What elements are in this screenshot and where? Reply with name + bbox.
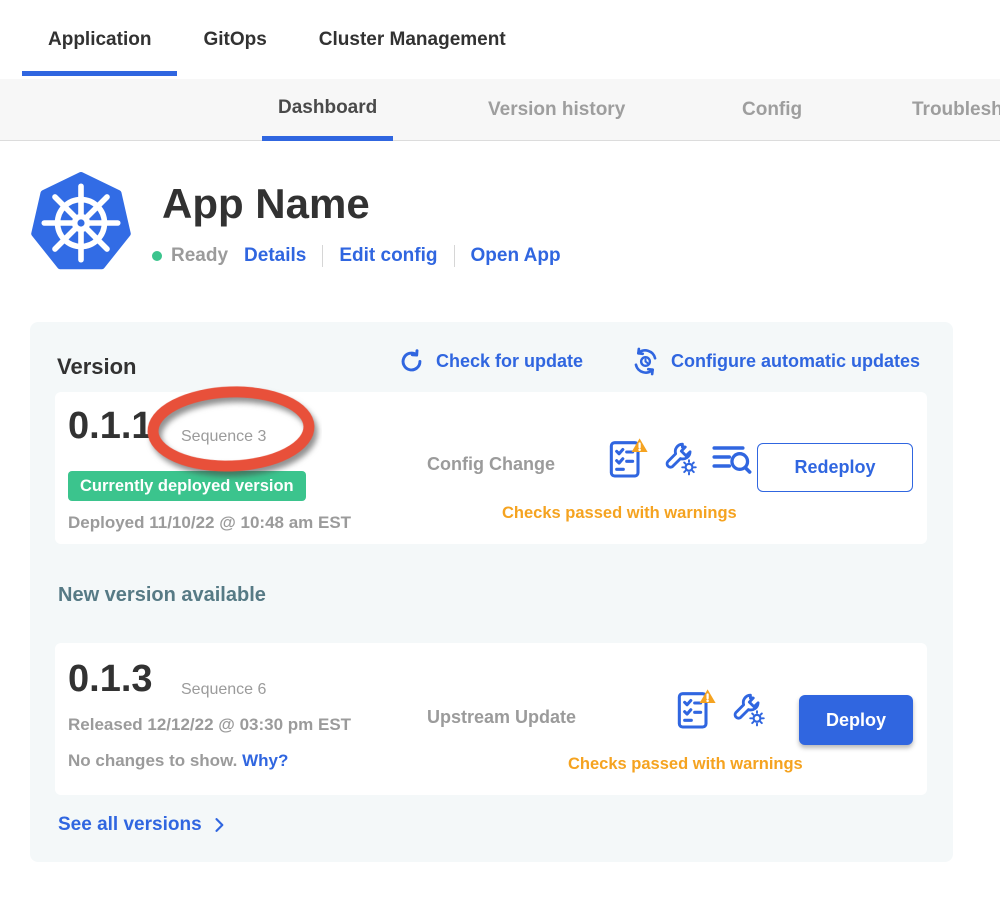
version-heading: Version	[57, 354, 136, 380]
tab-gitops[interactable]: GitOps	[177, 0, 292, 79]
auto-update-clock-icon	[631, 347, 660, 376]
subtab-version-history[interactable]: Version history	[488, 79, 625, 141]
edit-config-link[interactable]: Edit config	[339, 245, 437, 267]
new-version-available-heading: New version available	[58, 584, 266, 607]
preflight-checks-warning-icon[interactable]	[675, 687, 717, 731]
new-version-number: 0.1.3	[68, 659, 153, 699]
edit-config-wrench-gear-icon[interactable]	[730, 691, 766, 727]
page: Application GitOps Cluster Management Da…	[0, 0, 1000, 898]
tab-application-label: Application	[48, 29, 151, 51]
version-source-label: Upstream Update	[427, 707, 576, 728]
secondary-nav: Dashboard Version history Config Trouble…	[0, 79, 1000, 141]
open-app-link[interactable]: Open App	[471, 245, 561, 267]
status-text: Ready	[171, 245, 228, 267]
new-version-icons	[675, 687, 766, 731]
current-version-sequence: Sequence 3	[181, 428, 266, 446]
subtab-troubleshoot-label: Troubleshoot	[912, 99, 1000, 121]
see-all-versions-label: See all versions	[58, 814, 202, 836]
currently-deployed-badge: Currently deployed version	[68, 471, 306, 501]
check-for-update-label: Check for update	[436, 351, 583, 372]
tab-cluster-management-label: Cluster Management	[319, 29, 506, 51]
primary-nav: Application GitOps Cluster Management	[0, 0, 1000, 79]
chevron-right-icon	[209, 815, 229, 835]
tab-application[interactable]: Application	[22, 0, 177, 79]
current-version-card: 0.1.1 Sequence 3 Currently deployed vers…	[55, 392, 927, 544]
no-changes-text: No changes to show. Why?	[68, 751, 288, 771]
no-changes-label: No changes to show.	[68, 751, 237, 770]
new-checks-warning-text: Checks passed with warnings	[568, 755, 803, 774]
current-version-number: 0.1.1	[68, 406, 153, 446]
kubernetes-logo-icon	[30, 172, 132, 274]
subtab-dashboard[interactable]: Dashboard	[262, 79, 393, 141]
deployed-timestamp: Deployed 11/10/22 @ 10:48 am EST	[68, 513, 351, 533]
active-tab-underline	[22, 71, 177, 76]
subtab-config-label: Config	[742, 99, 802, 121]
why-link[interactable]: Why?	[242, 751, 288, 770]
tab-gitops-label: GitOps	[203, 29, 266, 51]
subtab-config[interactable]: Config	[742, 79, 802, 141]
app-status-row: Ready Details Edit config Open App	[152, 242, 561, 270]
subtab-version-history-label: Version history	[488, 99, 625, 121]
see-all-versions-link[interactable]: See all versions	[58, 814, 229, 836]
ready-status-dot	[152, 251, 162, 261]
preflight-checks-warning-icon[interactable]	[607, 436, 649, 480]
configure-automatic-updates-button[interactable]: Configure automatic updates	[631, 347, 920, 376]
deploy-button[interactable]: Deploy	[799, 695, 913, 745]
edit-config-wrench-gear-icon[interactable]	[662, 440, 698, 476]
new-version-sequence: Sequence 6	[181, 681, 266, 699]
page-title: App Name	[162, 180, 370, 228]
new-version-card: 0.1.3 Sequence 6 Released 12/12/22 @ 03:…	[55, 643, 927, 795]
view-files-diff-icon[interactable]	[711, 442, 752, 475]
subtab-troubleshoot[interactable]: Troubleshoot	[912, 79, 1000, 141]
refresh-icon	[398, 348, 425, 375]
current-checks-warning-text: Checks passed with warnings	[502, 504, 737, 523]
subtab-dashboard-label: Dashboard	[278, 97, 377, 119]
released-timestamp: Released 12/12/22 @ 03:30 pm EST	[68, 715, 351, 735]
redeploy-button[interactable]: Redeploy	[757, 443, 913, 492]
configure-automatic-updates-label: Configure automatic updates	[671, 351, 920, 372]
current-version-icons	[607, 436, 752, 480]
divider	[322, 245, 323, 267]
tab-cluster-management[interactable]: Cluster Management	[293, 0, 532, 79]
version-card: Version Check for update	[30, 322, 953, 862]
version-source-label: Config Change	[427, 454, 555, 475]
divider	[454, 245, 455, 267]
check-for-update-button[interactable]: Check for update	[398, 348, 583, 375]
details-link[interactable]: Details	[244, 245, 306, 267]
